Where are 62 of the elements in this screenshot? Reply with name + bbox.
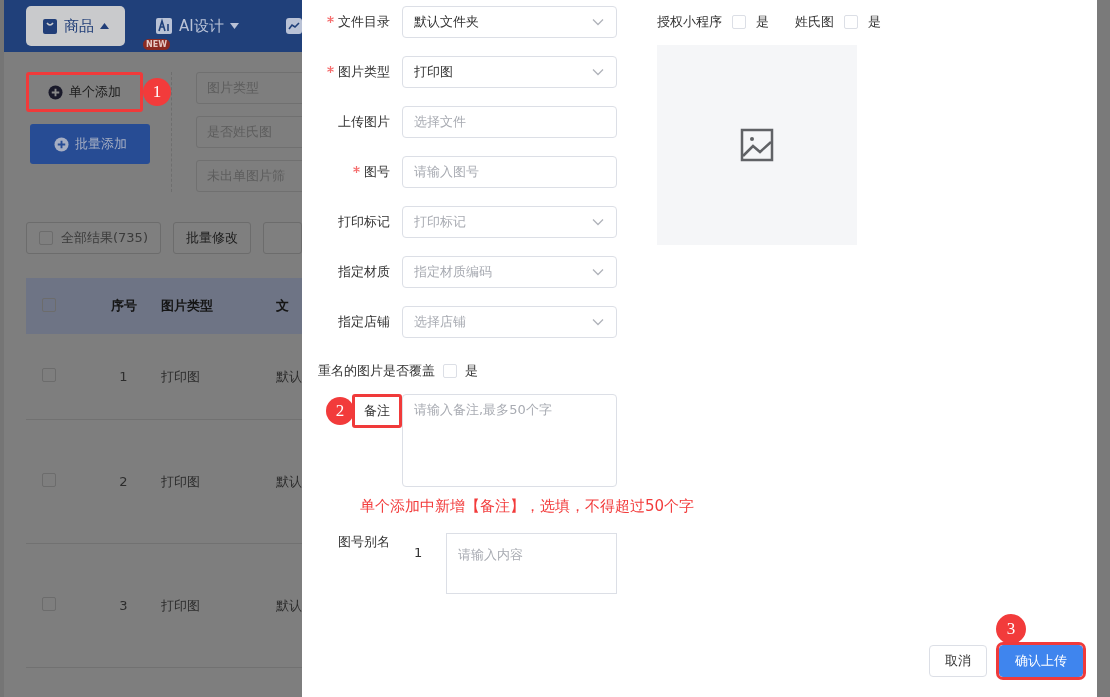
- cancel-button[interactable]: 取消: [929, 645, 987, 677]
- select-field[interactable]: 打印图: [402, 56, 617, 88]
- field-label: 图号: [364, 163, 390, 181]
- ai-icon: [155, 17, 173, 35]
- image-icon: [740, 128, 774, 162]
- column-header: 序号: [110, 298, 137, 313]
- chevron-down-icon: [592, 218, 604, 226]
- table-cell: 默认: [276, 368, 302, 384]
- column-header: 图片类型: [161, 298, 213, 313]
- new-badge: NEW: [143, 39, 170, 50]
- remark-label: 备注: [352, 394, 402, 428]
- field-label: 指定店铺: [338, 313, 390, 331]
- checkbox-label: 是: [756, 13, 769, 31]
- field-label: 打印标记: [338, 213, 390, 231]
- add-batch-button[interactable]: 批量添加: [30, 124, 150, 164]
- table-cell: 3: [119, 598, 128, 613]
- table-cell: 默认: [276, 597, 302, 613]
- field-label: 文件目录: [338, 13, 390, 31]
- table-cell: 1: [119, 369, 128, 384]
- chevron-down-icon: [592, 318, 604, 326]
- chevron-down-icon: [592, 68, 604, 76]
- field-label: 指定材质: [338, 263, 390, 281]
- select-field[interactable]: 指定材质编码: [402, 256, 617, 288]
- select-all-button[interactable]: 全部结果(735): [26, 222, 161, 254]
- table-cell: 默认: [276, 473, 302, 489]
- remark-textarea[interactable]: 请输入备注,最多50个字: [402, 394, 617, 487]
- option-label: 授权小程序: [657, 13, 722, 31]
- add-single-button[interactable]: 单个添加: [26, 72, 143, 112]
- select-field[interactable]: 打印标记: [402, 206, 617, 238]
- table-cell: 打印图: [161, 597, 200, 613]
- caret-down-icon: [229, 23, 239, 29]
- nav-tab[interactable]: 商品: [26, 6, 125, 46]
- table-cell: 打印图: [161, 368, 200, 384]
- action-button[interactable]: [262, 222, 302, 254]
- option-label: 姓氏图: [795, 13, 834, 31]
- row-index: 1: [412, 545, 424, 560]
- column-header: 文: [276, 298, 289, 313]
- field-label: 图片类型: [338, 63, 390, 81]
- select-field[interactable]: 默认文件夹: [402, 6, 617, 38]
- table-cell: 2: [119, 474, 128, 489]
- checkbox[interactable]: [42, 297, 56, 312]
- chevron-down-icon: [592, 18, 604, 26]
- alias-textarea[interactable]: 请输入内容: [446, 533, 617, 594]
- field-label: 上传图片: [338, 113, 390, 131]
- chevron-down-icon: [592, 268, 604, 276]
- checkbox-label: 是: [465, 362, 478, 380]
- checkbox-label: 是: [868, 13, 881, 31]
- confirm-upload-button[interactable]: 确认上传: [999, 645, 1083, 677]
- input-field[interactable]: 选择文件: [402, 106, 617, 138]
- select-field[interactable]: 选择店铺: [402, 306, 617, 338]
- table-cell: 打印图: [161, 473, 200, 489]
- input-field[interactable]: 请输入图号: [402, 156, 617, 188]
- step-marker: 2: [326, 397, 354, 425]
- field-label: 图号别名: [337, 533, 390, 551]
- plus-circle-icon: [48, 84, 63, 100]
- plus-circle-icon: [53, 136, 69, 152]
- annotation-text: 单个添加中新增【备注】，选填，不得超过50个字: [360, 496, 695, 517]
- field-label: 重名的图片是否覆盖: [318, 362, 435, 380]
- caret-up-icon: [100, 23, 109, 29]
- batch-edit-button[interactable]: 批量修改: [172, 222, 251, 254]
- bag-icon: [42, 17, 58, 35]
- step-marker: 1: [143, 78, 171, 106]
